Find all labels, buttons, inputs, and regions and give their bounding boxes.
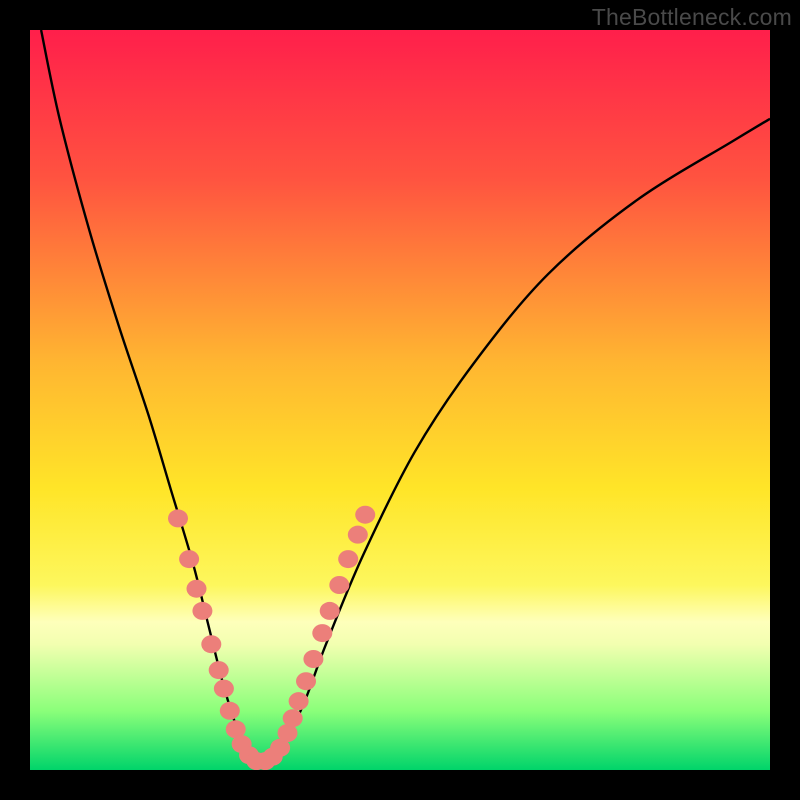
background-gradient [30,30,770,770]
plot-area [30,30,770,770]
watermark-text: TheBottleneck.com [592,4,792,31]
chart-frame: TheBottleneck.com [0,0,800,800]
